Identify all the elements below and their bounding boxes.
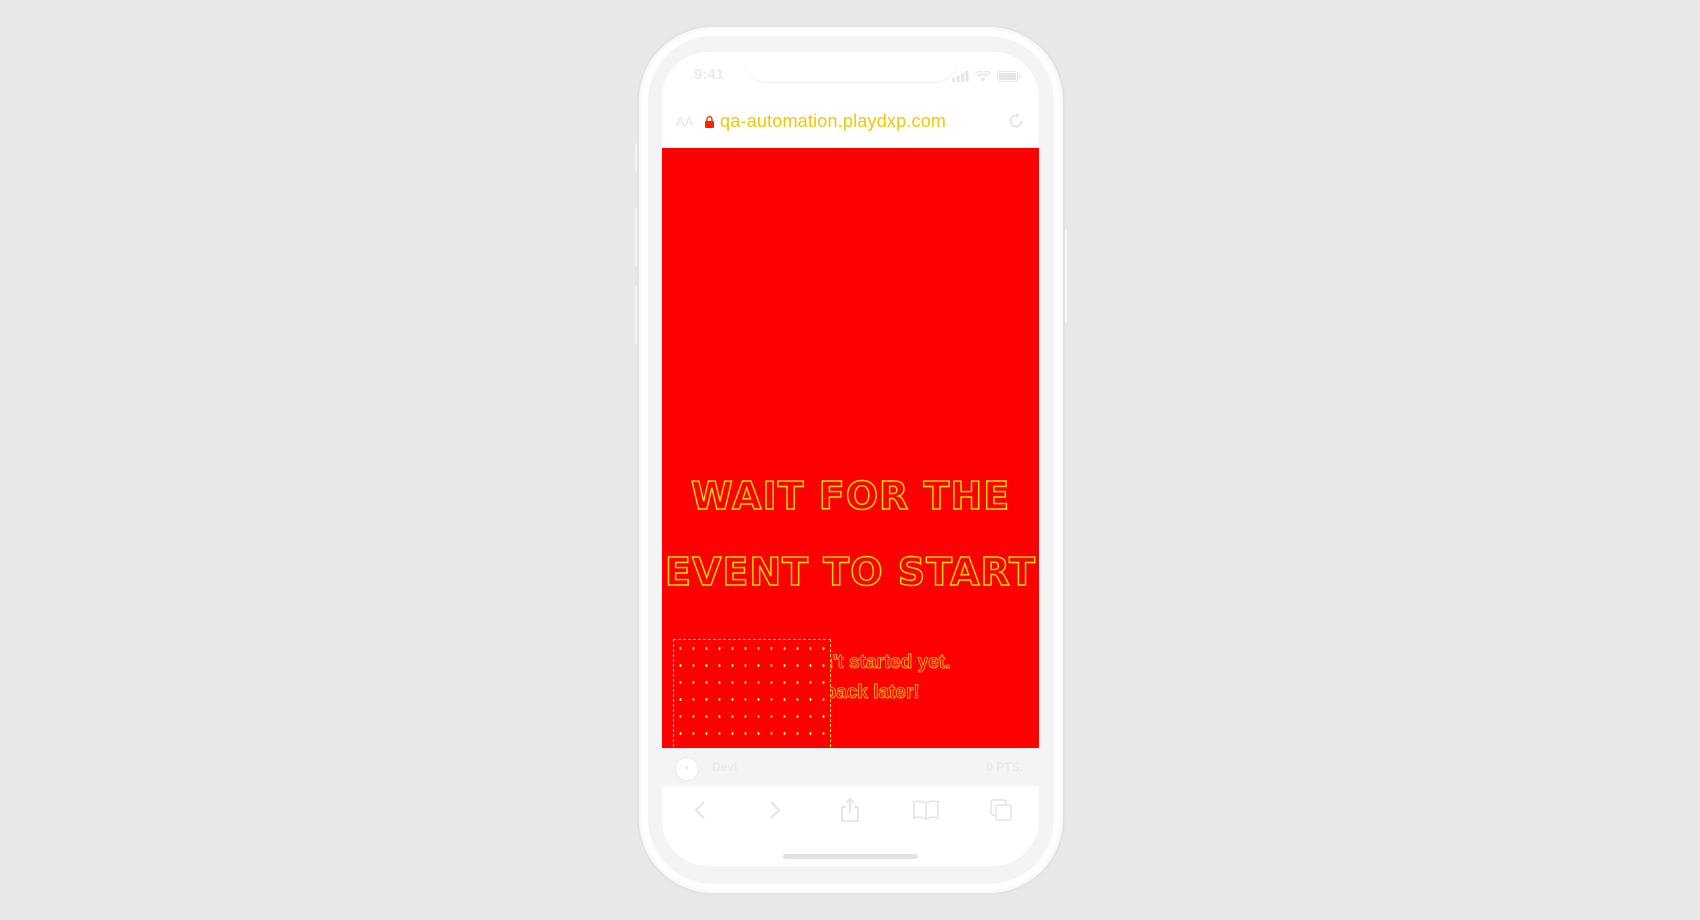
signal-icon xyxy=(952,69,969,87)
url-text[interactable]: qa-automation.playdxp.com xyxy=(720,111,946,132)
avatar: • xyxy=(675,757,699,781)
title-line-1: WAIT FOR THE xyxy=(690,473,1011,518)
status-time: 9:41 xyxy=(694,66,725,83)
score-bar[interactable]: • Devi 0 PTS. xyxy=(662,748,1039,787)
book-icon[interactable] xyxy=(911,795,941,825)
chevron-right-icon[interactable] xyxy=(760,795,790,825)
notch xyxy=(745,52,957,82)
text-size-button[interactable]: AA xyxy=(676,114,693,129)
status-icons xyxy=(952,69,1021,87)
tabs-icon[interactable] xyxy=(986,795,1016,825)
phone-screen: 9:41 AA qa-automation.playdxp.com WAIT F… xyxy=(662,52,1039,866)
event-page: WAIT FOR THE EVENT TO START Event hasn't… xyxy=(662,148,1039,804)
title-line-2: EVENT TO START xyxy=(664,549,1036,594)
safari-url-bar[interactable]: AA qa-automation.playdxp.com xyxy=(662,98,1039,148)
wifi-icon xyxy=(974,69,992,87)
chevron-left-icon[interactable] xyxy=(685,795,715,825)
player-name: Devi xyxy=(712,760,738,774)
lock-icon xyxy=(705,115,714,128)
home-indicator xyxy=(783,854,918,859)
reload-icon[interactable] xyxy=(1007,112,1025,135)
safari-toolbar xyxy=(662,786,1039,834)
battery-icon xyxy=(997,69,1021,87)
share-icon[interactable] xyxy=(835,795,865,825)
page-title: WAIT FOR THE EVENT TO START xyxy=(662,458,1039,610)
points-label: 0 PTS. xyxy=(986,760,1023,774)
